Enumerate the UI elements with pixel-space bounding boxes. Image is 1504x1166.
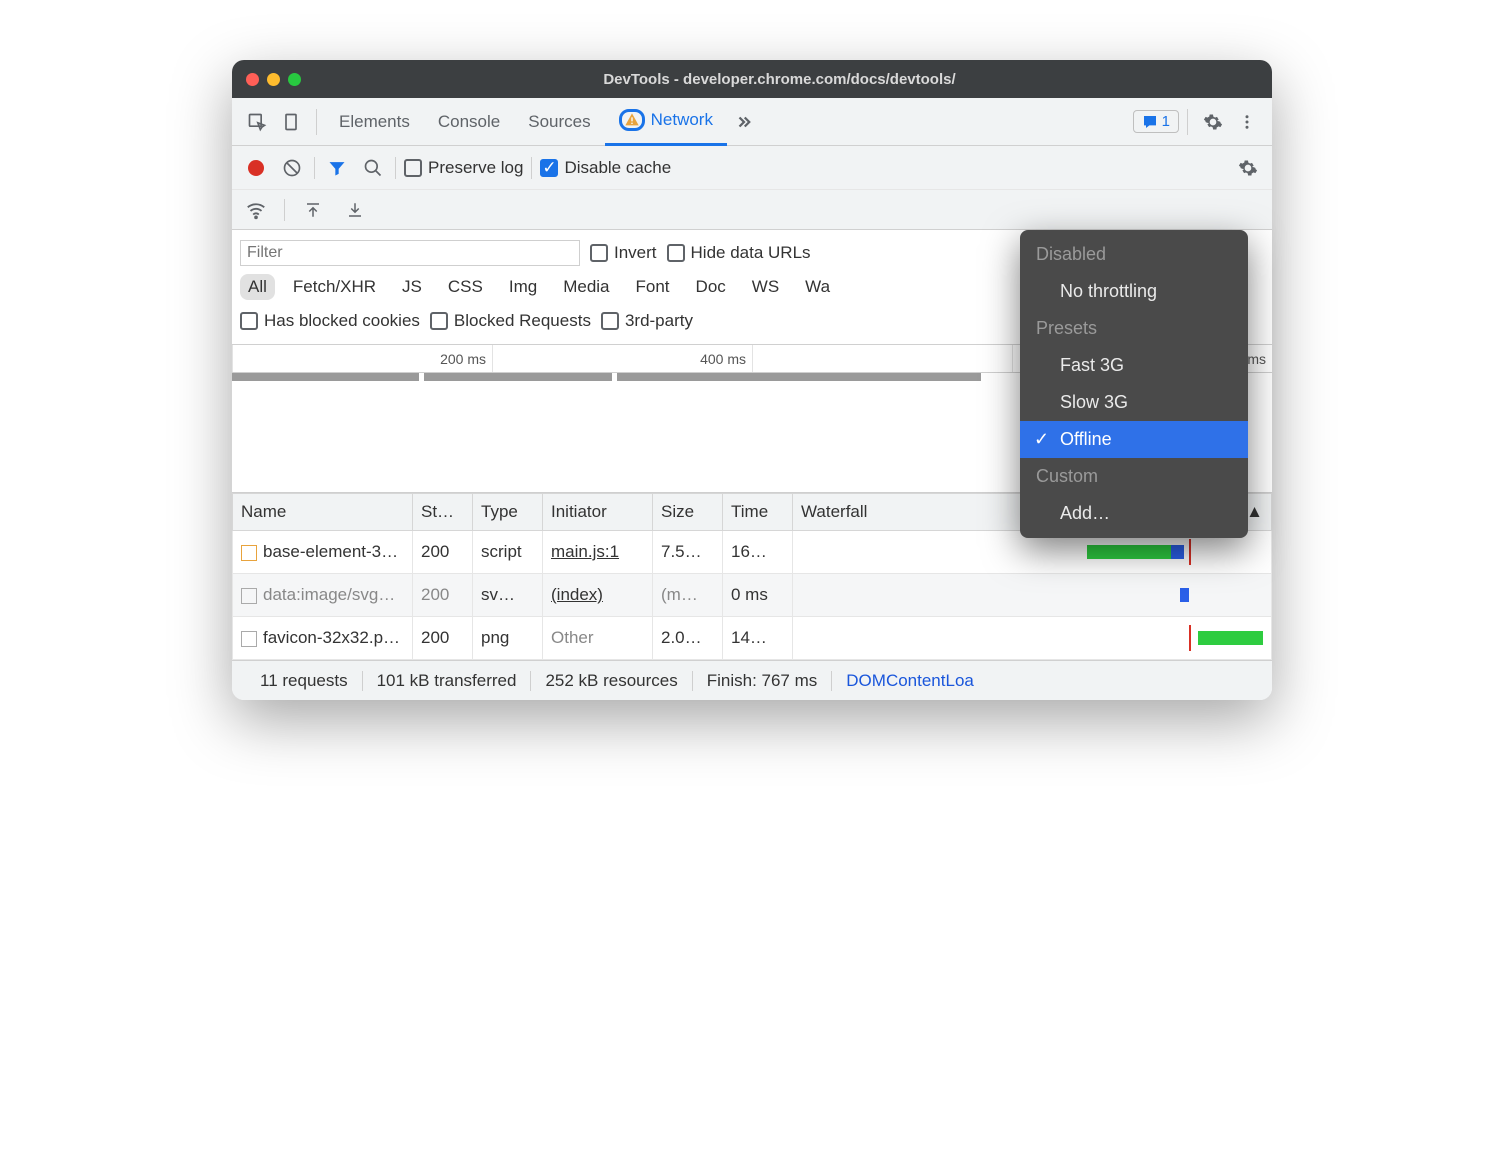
col-size[interactable]: Size	[653, 494, 723, 531]
close-window-button[interactable]	[246, 73, 259, 86]
check-icon: ✓	[1034, 429, 1049, 450]
initiator-label: Other	[551, 628, 594, 647]
tab-sources[interactable]: Sources	[514, 98, 604, 146]
network-toolbar: Preserve log ✓Disable cache	[232, 146, 1272, 190]
more-tabs-icon[interactable]	[727, 105, 761, 139]
separator	[316, 109, 317, 135]
network-toolbar-2	[232, 190, 1272, 230]
export-har-icon[interactable]	[341, 196, 369, 224]
tab-elements[interactable]: Elements	[325, 98, 424, 146]
filter-type-img[interactable]: Img	[501, 274, 545, 300]
panel-tabbar: Elements Console Sources Network 1	[232, 98, 1272, 146]
blocked-requests-checkbox[interactable]: Blocked Requests	[430, 311, 591, 331]
status-finish: Finish: 767 ms	[693, 671, 833, 691]
filter-type-css[interactable]: CSS	[440, 274, 491, 300]
tab-network[interactable]: Network	[605, 98, 727, 146]
filter-type-all[interactable]: All	[240, 274, 275, 300]
ruler-tick: 200 ms	[232, 345, 492, 372]
status-dcl: DOMContentLoa	[832, 671, 988, 691]
col-initiator[interactable]: Initiator	[543, 494, 653, 531]
initiator-link[interactable]: (index)	[551, 585, 603, 604]
hide-data-urls-checkbox[interactable]: Hide data URLs	[667, 243, 811, 263]
file-icon	[241, 631, 257, 647]
tab-console[interactable]: Console	[424, 98, 514, 146]
throttling-slow-3g[interactable]: Slow 3G	[1020, 384, 1248, 421]
ruler-tick	[752, 345, 1012, 372]
devtools-window: DevTools - developer.chrome.com/docs/dev…	[232, 60, 1272, 700]
filter-type-media[interactable]: Media	[555, 274, 617, 300]
minimize-window-button[interactable]	[267, 73, 280, 86]
filter-icon[interactable]	[323, 154, 351, 182]
file-icon	[241, 588, 257, 604]
search-icon[interactable]	[359, 154, 387, 182]
record-button[interactable]	[242, 154, 270, 182]
filter-type-wasm[interactable]: Wa	[797, 274, 838, 300]
status-bar: 11 requests 101 kB transferred 252 kB re…	[232, 660, 1272, 700]
import-har-icon[interactable]	[299, 196, 327, 224]
clear-icon[interactable]	[278, 154, 306, 182]
disable-cache-label: Disable cache	[564, 158, 671, 178]
status-requests: 11 requests	[246, 671, 363, 691]
third-party-checkbox[interactable]: 3rd-party	[601, 311, 693, 331]
filter-type-fetch[interactable]: Fetch/XHR	[285, 274, 384, 300]
maximize-window-button[interactable]	[288, 73, 301, 86]
throttling-no-throttling[interactable]: No throttling	[1020, 273, 1248, 310]
network-conditions-icon[interactable]	[242, 196, 270, 224]
titlebar: DevTools - developer.chrome.com/docs/dev…	[232, 60, 1272, 98]
filter-type-js[interactable]: JS	[394, 274, 430, 300]
filter-type-ws[interactable]: WS	[744, 274, 787, 300]
device-toolbar-icon[interactable]	[274, 105, 308, 139]
table-row[interactable]: data:image/svg… 200sv… (index) (m…0 ms	[233, 574, 1272, 617]
ruler-tick: 400 ms	[492, 345, 752, 372]
invert-checkbox[interactable]: Invert	[590, 243, 657, 263]
filter-type-font[interactable]: Font	[628, 274, 678, 300]
has-blocked-cookies-checkbox[interactable]: Has blocked cookies	[240, 311, 420, 331]
separator	[531, 157, 532, 179]
col-name[interactable]: Name	[233, 494, 413, 531]
window-title: DevTools - developer.chrome.com/docs/dev…	[301, 71, 1258, 88]
filter-input[interactable]	[240, 240, 580, 266]
col-time[interactable]: Time	[723, 494, 793, 531]
throttling-offline[interactable]: ✓Offline	[1020, 421, 1248, 458]
initiator-link[interactable]: main.js:1	[551, 542, 619, 561]
traffic-lights	[246, 73, 301, 86]
preserve-log-label: Preserve log	[428, 158, 523, 178]
filter-type-doc[interactable]: Doc	[688, 274, 734, 300]
network-settings-icon[interactable]	[1234, 154, 1262, 182]
separator	[284, 199, 285, 221]
kebab-menu-icon[interactable]	[1230, 105, 1264, 139]
col-status[interactable]: St…	[413, 494, 473, 531]
preserve-log-checkbox[interactable]: Preserve log	[404, 158, 523, 178]
issues-button[interactable]: 1	[1133, 110, 1179, 133]
settings-icon[interactable]	[1196, 105, 1230, 139]
separator	[314, 157, 315, 179]
col-type[interactable]: Type	[473, 494, 543, 531]
issues-count: 1	[1162, 113, 1170, 130]
throttling-group-presets: Presets	[1020, 310, 1248, 347]
throttling-fast-3g[interactable]: Fast 3G	[1020, 347, 1248, 384]
separator	[1187, 109, 1188, 135]
throttling-group-custom: Custom	[1020, 458, 1248, 495]
throttling-group-disabled: Disabled	[1020, 236, 1248, 273]
file-icon	[241, 545, 257, 561]
status-transferred: 101 kB transferred	[363, 671, 532, 691]
disable-cache-checkbox[interactable]: ✓Disable cache	[540, 158, 671, 178]
separator	[395, 157, 396, 179]
tab-network-label: Network	[651, 110, 713, 130]
throttling-add[interactable]: Add…	[1020, 495, 1248, 532]
status-resources: 252 kB resources	[531, 671, 692, 691]
throttling-dropdown: Disabled No throttling Presets Fast 3G S…	[1020, 230, 1248, 538]
inspect-element-icon[interactable]	[240, 105, 274, 139]
table-row[interactable]: favicon-32x32.p… 200png Other 2.0…14…	[233, 617, 1272, 660]
warning-icon	[619, 109, 645, 131]
